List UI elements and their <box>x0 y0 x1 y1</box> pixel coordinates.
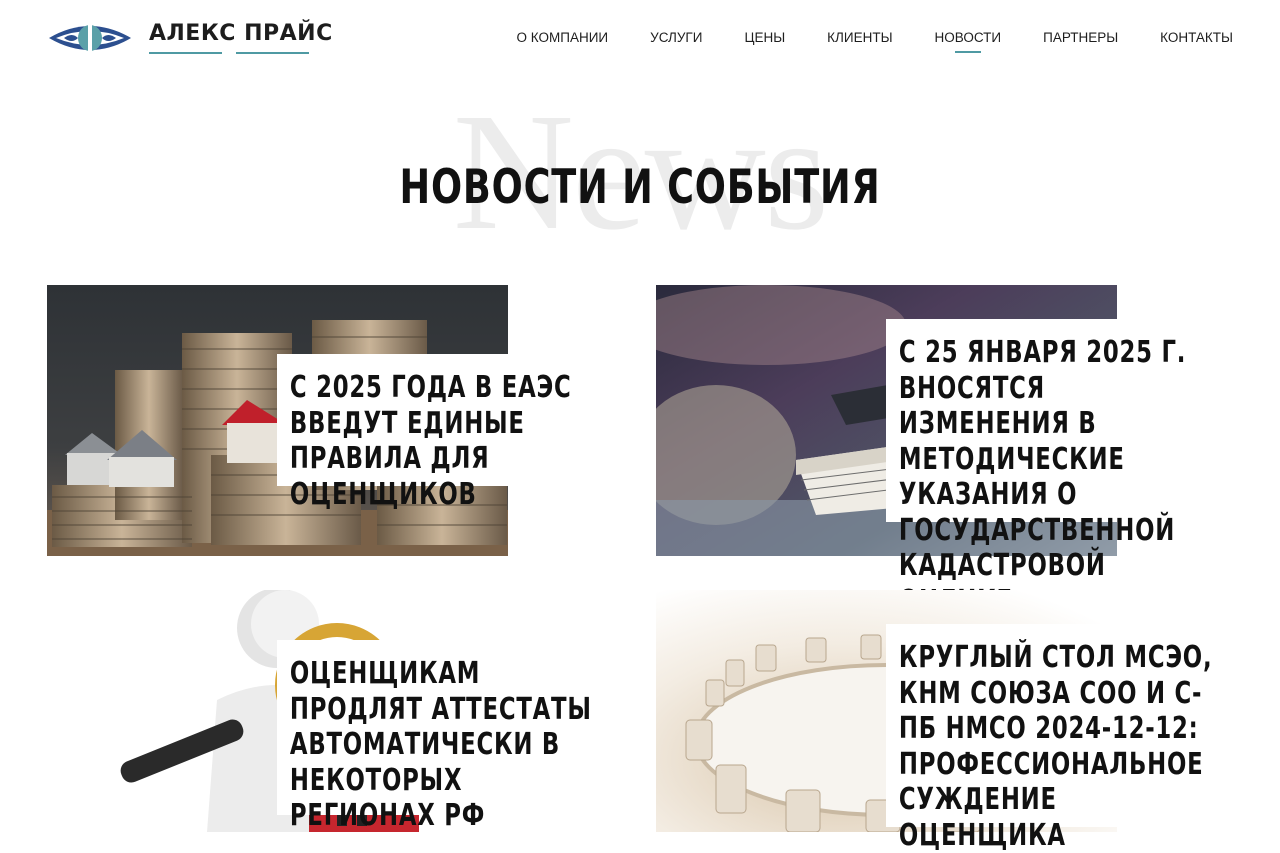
nav-item-clients[interactable]: Клиенты <box>827 30 892 53</box>
news-caption-1: С 2025 года в ЕАЭС введут единые правила… <box>277 354 617 512</box>
news-card-3[interactable]: Оценщикам продлят аттестаты автоматическ… <box>47 590 617 833</box>
nav-item-news[interactable]: Новости <box>935 30 1002 53</box>
news-card-4[interactable]: Круглый стол МСЭО, КНМ Союза СОО и С-Пб … <box>656 590 1236 853</box>
nav-item-services[interactable]: Услуги <box>650 30 702 53</box>
news-caption-3: Оценщикам продлят аттестаты автоматическ… <box>277 640 617 833</box>
nav-item-company[interactable]: О компании <box>517 30 609 53</box>
news-title[interactable]: С 25 января 2025 г. вносятся изменения в… <box>886 319 1218 619</box>
brand-name: АЛЕКС ПРАЙС <box>149 21 333 46</box>
nav-item-partners[interactable]: Партнеры <box>1043 30 1118 53</box>
news-title[interactable]: Оценщикам продлят аттестаты автоматическ… <box>277 640 609 834</box>
news-caption-2: С 25 января 2025 г. вносятся изменения в… <box>886 319 1236 619</box>
nav-item-prices[interactable]: Цены <box>744 30 785 53</box>
nav-item-contacts[interactable]: Контакты <box>1160 30 1233 53</box>
page-title: НОВОСТИ И СОБЫТИЯ <box>399 160 881 215</box>
news-card-2[interactable]: С 25 января 2025 г. вносятся изменения в… <box>656 285 1236 619</box>
news-card-1[interactable]: С 2025 года в ЕАЭС введут единые правила… <box>47 285 617 557</box>
news-title[interactable]: Круглый стол МСЭО, КНМ Союза СОО и С-Пб … <box>886 624 1218 853</box>
brand-underline-gap <box>222 49 236 55</box>
news-caption-4: Круглый стол МСЭО, КНМ Союза СОО и С-Пб … <box>886 624 1236 853</box>
brand-logo[interactable]: АЛЕКС ПРАЙС <box>48 20 332 56</box>
main-nav: О компании Услуги Цены Клиенты Новости П… <box>517 30 1233 53</box>
eye-logo-icon <box>49 24 131 52</box>
news-title[interactable]: С 2025 года в ЕАЭС введут единые правила… <box>277 354 609 512</box>
